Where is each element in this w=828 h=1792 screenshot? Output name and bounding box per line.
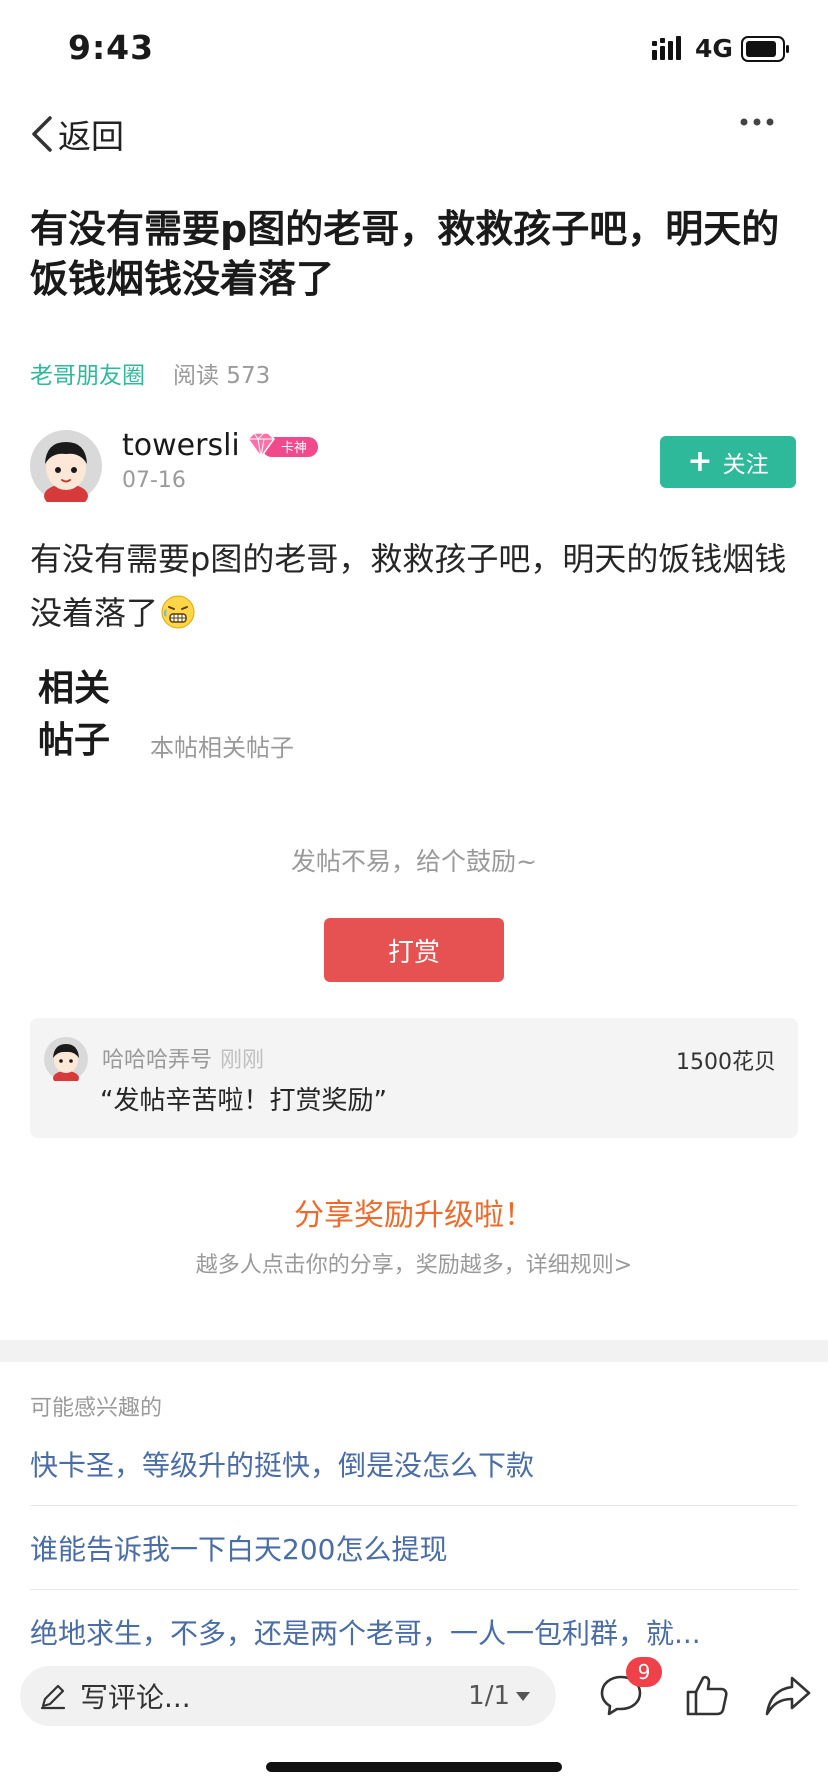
reward-time: 刚刚 [220, 1048, 265, 1073]
reward-message: “发帖辛苦啦！打赏奖励” [100, 1086, 387, 1116]
reward-prompt: 发帖不易，给个鼓励~ [291, 847, 537, 876]
thumbs-up-icon[interactable] [684, 1672, 730, 1718]
post-title: 有没有需要p图的老哥，救救孩子吧，明天的饭钱烟钱没着落了 [30, 207, 780, 301]
rewarder-line: 哈哈哈弄号 刚刚 [102, 1042, 264, 1074]
post-date: 07-16 [122, 468, 186, 493]
follow-button[interactable]: + 关注 [660, 436, 796, 488]
suggestion-item[interactable]: 谁能告诉我一下白天200怎么提现 [30, 1506, 798, 1590]
reward-amount: 1500花贝 [676, 1050, 776, 1075]
share-promo-title[interactable]: 分享奖励升级啦！ [0, 1190, 828, 1234]
badge-label: 卡神 [281, 441, 307, 456]
related-posts-subtitle: 本帖相关帖子 [150, 734, 294, 762]
post-meta: 老哥朋友圈 阅读 573 [30, 356, 270, 390]
chevron-left-icon [32, 116, 52, 152]
home-indicator [266, 1762, 562, 1772]
plus-icon: + [687, 444, 713, 479]
read-count: 阅读 573 [173, 363, 271, 389]
status-time: 9:43 [68, 28, 155, 67]
share-rules-link[interactable]: 越多人点击你的分享，奖励越多，详细规则> [0, 1247, 828, 1279]
back-label: 返回 [58, 117, 124, 156]
circle-link[interactable]: 老哥朋友圈 [30, 356, 145, 390]
suggestion-item[interactable]: 快卡圣，等级升的挺快，倒是没怎么下款 [30, 1422, 798, 1506]
share-icon[interactable] [764, 1674, 812, 1718]
page-selector[interactable]: 1/1 [468, 1681, 530, 1711]
author-name[interactable]: towersli [122, 428, 240, 463]
grimace-emoji-icon [161, 595, 195, 629]
rewarder-avatar[interactable] [44, 1037, 88, 1081]
related-posts-title: 相关帖子 [38, 667, 111, 761]
follow-label: 关注 [722, 452, 769, 478]
reward-record-card [30, 1018, 798, 1138]
comment-placeholder: 写评论... [80, 1681, 191, 1714]
pencil-icon [40, 1684, 66, 1710]
signal-icon [652, 36, 681, 60]
back-button[interactable]: 返回 [30, 110, 124, 158]
battery-icon [741, 36, 789, 62]
suggestions-heading: 可能感兴趣的 [30, 1396, 163, 1421]
comment-input[interactable]: 写评论... 1/1 [20, 1666, 556, 1726]
suggestions-list: 快卡圣，等级升的挺快，倒是没怎么下款 谁能告诉我一下白天200怎么提现 绝地求生… [30, 1422, 798, 1674]
network-type: 4G [695, 34, 733, 63]
comment-count-badge: 9 [626, 1657, 662, 1687]
vip-badge: 卡神 [247, 432, 318, 459]
page-indicator-text: 1/1 [468, 1681, 510, 1711]
post-body: 有没有需要p图的老哥，救救孩子吧，明天的饭钱烟钱没着落了 [30, 532, 800, 640]
reward-button[interactable]: 打赏 [324, 918, 504, 982]
section-divider [0, 1340, 828, 1362]
caret-down-icon [516, 1691, 530, 1701]
more-options-icon[interactable] [740, 118, 774, 126]
author-avatar[interactable] [30, 430, 102, 502]
post-body-text: 有没有需要p图的老哥，救救孩子吧，明天的饭钱烟钱没着落了 [30, 540, 787, 632]
rewarder-name[interactable]: 哈哈哈弄号 [102, 1048, 212, 1073]
